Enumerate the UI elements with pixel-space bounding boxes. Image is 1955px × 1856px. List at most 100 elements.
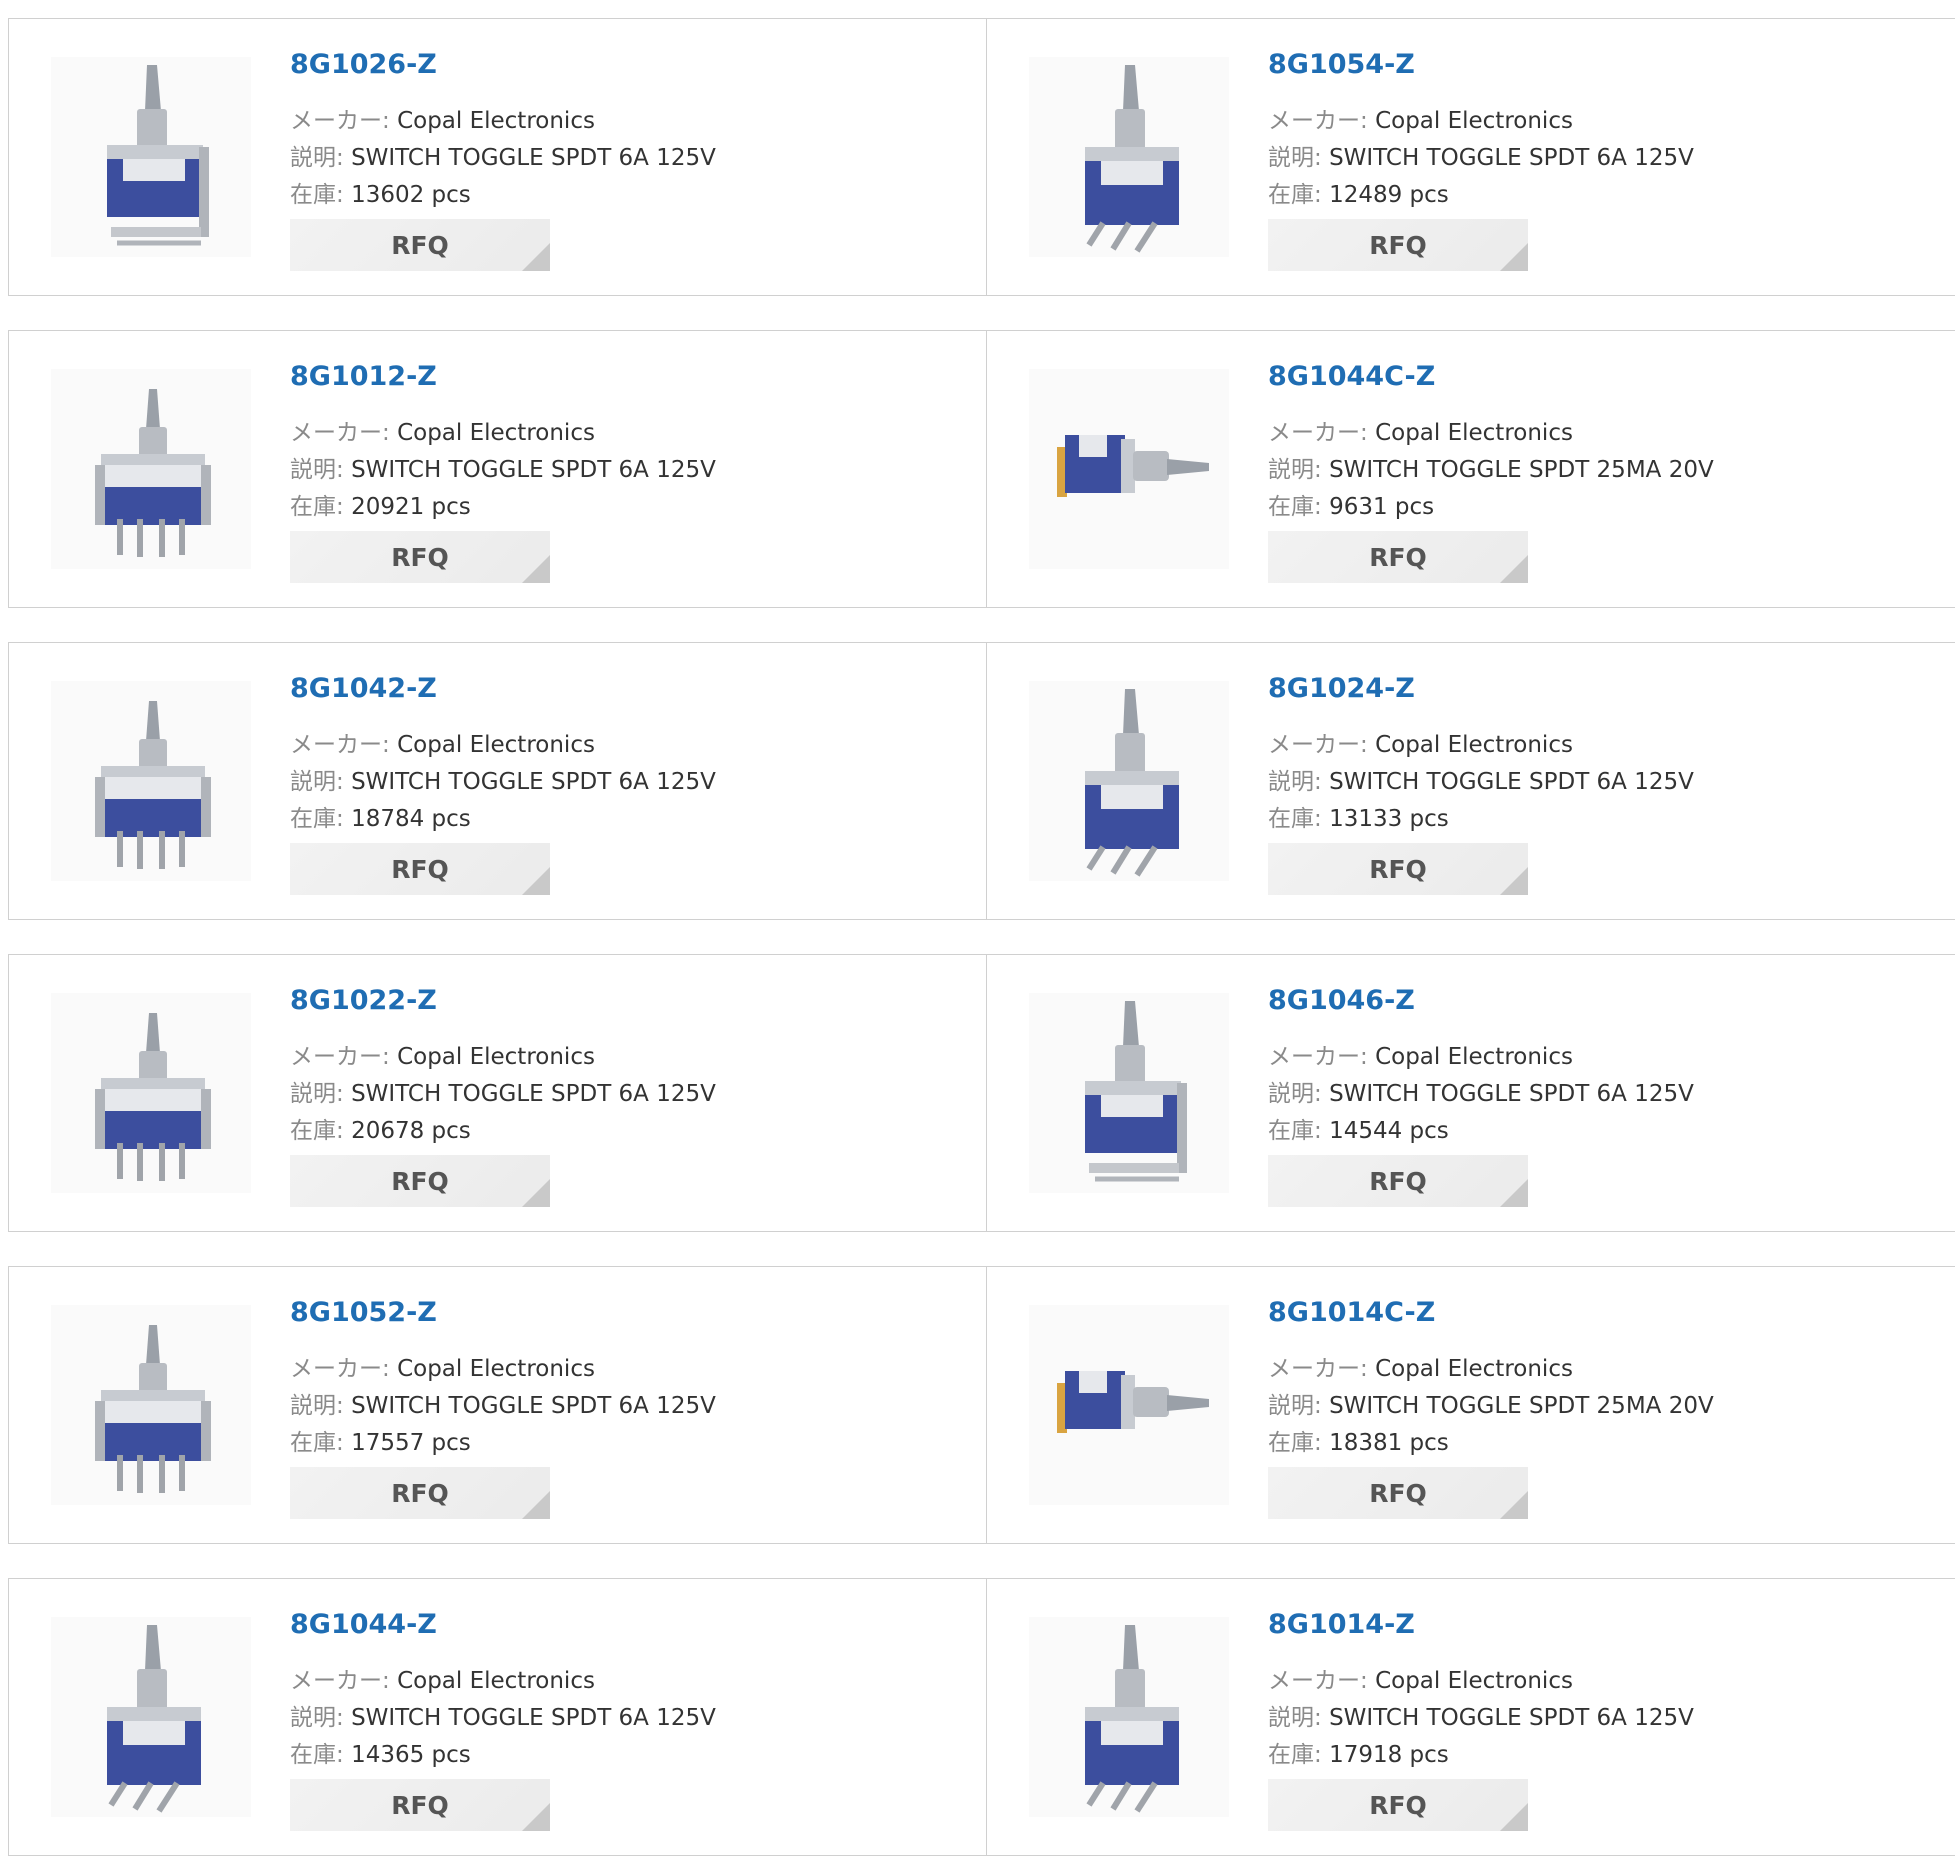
- rfq-button[interactable]: RFQ: [290, 1467, 550, 1519]
- rfq-label: RFQ: [391, 230, 449, 260]
- toggle-switch-horizontal-image[interactable]: [1029, 369, 1229, 569]
- toggle-switch-bent-leads-image[interactable]: [1029, 681, 1229, 881]
- rfq-button[interactable]: RFQ: [1268, 1467, 1528, 1519]
- stock-label: 在庫:: [290, 1742, 344, 1768]
- description-value: SWITCH TOGGLE SPDT 6A 125V: [1329, 769, 1694, 795]
- description-value: SWITCH TOGGLE SPDT 6A 125V: [351, 145, 716, 171]
- part-number-link[interactable]: 8G1022-Z: [290, 985, 437, 1016]
- corner-triangle-icon: [522, 1491, 550, 1519]
- toggle-switch-icon: [51, 57, 251, 257]
- part-number-link[interactable]: 8G1042-Z: [290, 673, 437, 704]
- toggle-switch-right-angle-long-leads-image[interactable]: [1029, 993, 1229, 1193]
- product-card-9: 8G1014C-Z メーカー: Copal Electronics 説明: SW…: [986, 1266, 1955, 1544]
- description-row: 説明: SWITCH TOGGLE SPDT 6A 125V: [290, 762, 716, 796]
- part-number-link[interactable]: 8G1052-Z: [290, 1297, 437, 1328]
- rfq-button[interactable]: RFQ: [290, 1155, 550, 1207]
- rfq-label: RFQ: [1369, 1790, 1427, 1820]
- rfq-button[interactable]: RFQ: [1268, 1155, 1528, 1207]
- product-card-10: 8G1044-Z メーカー: Copal Electronics 説明: SWI…: [8, 1578, 990, 1856]
- rfq-button[interactable]: RFQ: [290, 1779, 550, 1831]
- corner-triangle-icon: [522, 243, 550, 271]
- stock-value: 9631 pcs: [1329, 494, 1435, 520]
- rfq-button[interactable]: RFQ: [290, 531, 550, 583]
- description-label: 説明:: [290, 1393, 344, 1419]
- corner-triangle-icon: [1500, 1803, 1528, 1831]
- description-row: 説明: SWITCH TOGGLE SPDT 25MA 20V: [1268, 1386, 1714, 1420]
- part-number-link[interactable]: 8G1024-Z: [1268, 673, 1415, 704]
- toggle-switch-icon: [51, 369, 251, 569]
- toggle-switch-vertical-pins-image[interactable]: [51, 993, 251, 1193]
- rfq-label: RFQ: [391, 542, 449, 572]
- rfq-button[interactable]: RFQ: [1268, 531, 1528, 583]
- rfq-button[interactable]: RFQ: [1268, 843, 1528, 895]
- description-label: 説明:: [290, 457, 344, 483]
- maker-row: メーカー: Copal Electronics: [290, 413, 595, 447]
- toggle-switch-icon: [51, 681, 251, 881]
- description-row: 説明: SWITCH TOGGLE SPDT 6A 125V: [290, 450, 716, 484]
- product-card-4: 8G1042-Z メーカー: Copal Electronics 説明: SWI…: [8, 642, 990, 920]
- maker-label: メーカー:: [1268, 108, 1368, 134]
- maker-value: Copal Electronics: [397, 732, 595, 758]
- stock-label: 在庫:: [1268, 182, 1322, 208]
- maker-label: メーカー:: [1268, 1356, 1368, 1382]
- part-number-link[interactable]: 8G1044-Z: [290, 1609, 437, 1640]
- toggle-switch-vertical-pins-image[interactable]: [51, 369, 251, 569]
- maker-row: メーカー: Copal Electronics: [1268, 1661, 1573, 1695]
- toggle-switch-right-angle-long-leads-image[interactable]: [51, 57, 251, 257]
- rfq-button[interactable]: RFQ: [1268, 219, 1528, 271]
- maker-label: メーカー:: [1268, 1668, 1368, 1694]
- description-value: SWITCH TOGGLE SPDT 6A 125V: [1329, 145, 1694, 171]
- stock-value: 18784 pcs: [351, 806, 471, 832]
- rfq-button[interactable]: RFQ: [290, 219, 550, 271]
- stock-value: 12489 pcs: [1329, 182, 1449, 208]
- toggle-switch-icon: [1029, 369, 1229, 569]
- maker-row: メーカー: Copal Electronics: [290, 725, 595, 759]
- maker-value: Copal Electronics: [1375, 1356, 1573, 1382]
- maker-label: メーカー:: [290, 1044, 390, 1070]
- maker-value: Copal Electronics: [1375, 1668, 1573, 1694]
- part-number-link[interactable]: 8G1014-Z: [1268, 1609, 1415, 1640]
- toggle-switch-bent-leads-image[interactable]: [1029, 57, 1229, 257]
- product-card-2: 8G1012-Z メーカー: Copal Electronics 説明: SWI…: [8, 330, 990, 608]
- rfq-label: RFQ: [1369, 230, 1427, 260]
- rfq-button[interactable]: RFQ: [290, 843, 550, 895]
- description-label: 説明:: [1268, 1081, 1322, 1107]
- stock-label: 在庫:: [290, 182, 344, 208]
- stock-label: 在庫:: [290, 806, 344, 832]
- toggle-switch-icon: [51, 993, 251, 1193]
- part-number-link[interactable]: 8G1026-Z: [290, 49, 437, 80]
- part-number-link[interactable]: 8G1054-Z: [1268, 49, 1415, 80]
- description-value: SWITCH TOGGLE SPDT 6A 125V: [1329, 1081, 1694, 1107]
- stock-row: 在庫: 12489 pcs: [1268, 175, 1449, 209]
- part-number-link[interactable]: 8G1012-Z: [290, 361, 437, 392]
- maker-value: Copal Electronics: [397, 108, 595, 134]
- part-number-link[interactable]: 8G1046-Z: [1268, 985, 1415, 1016]
- maker-row: メーカー: Copal Electronics: [290, 101, 595, 135]
- rfq-label: RFQ: [391, 1478, 449, 1508]
- description-label: 説明:: [1268, 1705, 1322, 1731]
- product-card-7: 8G1046-Z メーカー: Copal Electronics 説明: SWI…: [986, 954, 1955, 1232]
- toggle-switch-bent-leads-image[interactable]: [51, 1617, 251, 1817]
- corner-triangle-icon: [522, 1179, 550, 1207]
- maker-value: Copal Electronics: [1375, 420, 1573, 446]
- toggle-switch-vertical-pins-image[interactable]: [51, 681, 251, 881]
- rfq-button[interactable]: RFQ: [1268, 1779, 1528, 1831]
- stock-label: 在庫:: [290, 1430, 344, 1456]
- stock-value: 18381 pcs: [1329, 1430, 1449, 1456]
- stock-value: 14544 pcs: [1329, 1118, 1449, 1144]
- maker-value: Copal Electronics: [397, 1044, 595, 1070]
- description-label: 説明:: [290, 1081, 344, 1107]
- corner-triangle-icon: [1500, 1179, 1528, 1207]
- maker-value: Copal Electronics: [1375, 108, 1573, 134]
- corner-triangle-icon: [522, 555, 550, 583]
- stock-value: 13133 pcs: [1329, 806, 1449, 832]
- toggle-switch-vertical-pins-image[interactable]: [51, 1305, 251, 1505]
- toggle-switch-horizontal-image[interactable]: [1029, 1305, 1229, 1505]
- part-number-link[interactable]: 8G1044C-Z: [1268, 361, 1435, 392]
- toggle-switch-icon: [1029, 993, 1229, 1193]
- toggle-switch-bent-leads-image[interactable]: [1029, 1617, 1229, 1817]
- stock-row: 在庫: 17557 pcs: [290, 1423, 471, 1457]
- maker-value: Copal Electronics: [1375, 732, 1573, 758]
- rfq-label: RFQ: [1369, 1478, 1427, 1508]
- part-number-link[interactable]: 8G1014C-Z: [1268, 1297, 1435, 1328]
